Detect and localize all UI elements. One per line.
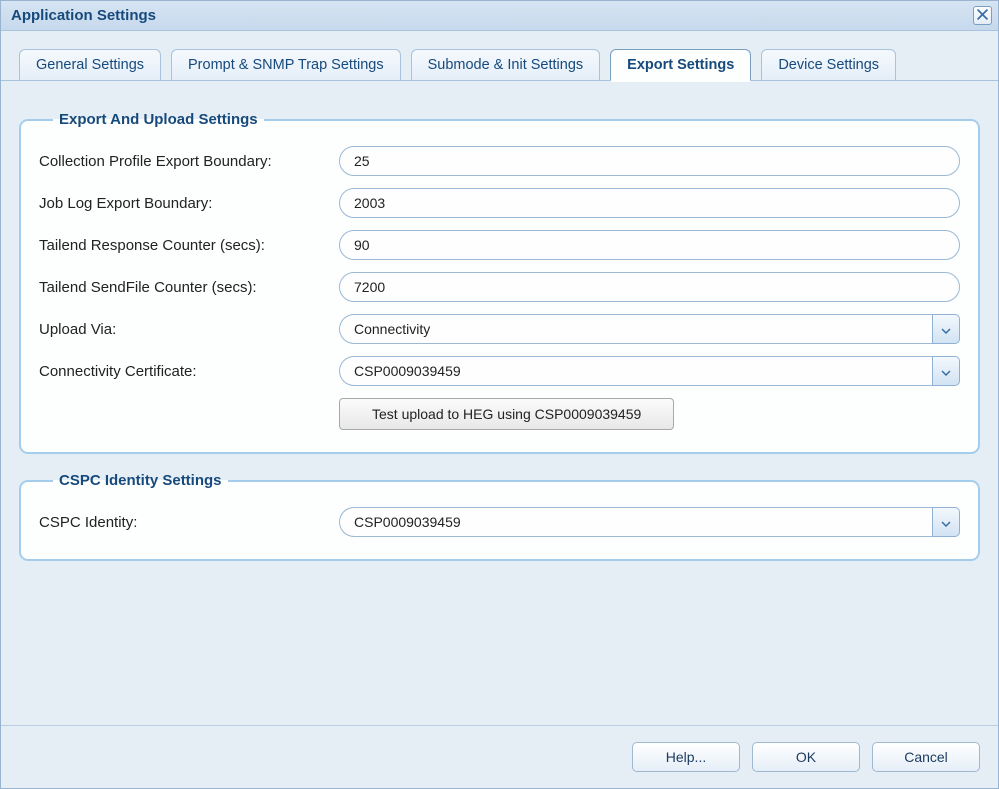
upload-via-value[interactable] (339, 314, 932, 344)
export-and-upload-settings-group: Export And Upload Settings Collection Pr… (19, 111, 980, 454)
tailend-response-counter-input[interactable] (339, 230, 960, 260)
job-log-export-boundary-input[interactable] (339, 188, 960, 218)
tailend-sendfile-counter-label: Tailend SendFile Counter (secs): (39, 279, 339, 296)
export-group-legend: Export And Upload Settings (53, 111, 264, 128)
connectivity-certificate-label: Connectivity Certificate: (39, 363, 339, 380)
tabbar: General Settings Prompt & SNMP Trap Sett… (1, 31, 998, 81)
cspc-identity-label: CSPC Identity: (39, 514, 339, 531)
connectivity-certificate-dropdown-trigger[interactable] (932, 356, 960, 386)
tab-device-settings[interactable]: Device Settings (761, 49, 896, 80)
upload-via-label: Upload Via: (39, 321, 339, 338)
tailend-response-counter-label: Tailend Response Counter (secs): (39, 237, 339, 254)
cspc-identity-select[interactable] (339, 507, 960, 537)
dialog-button-bar: Help... OK Cancel (1, 725, 998, 788)
tab-export-settings[interactable]: Export Settings (610, 49, 751, 80)
close-button[interactable] (973, 6, 992, 25)
titlebar: Application Settings (1, 1, 998, 31)
tab-submode-init-settings[interactable]: Submode & Init Settings (411, 49, 601, 80)
chevron-down-icon (941, 363, 951, 379)
close-icon (977, 7, 988, 24)
ok-button[interactable]: OK (752, 742, 860, 772)
cancel-button[interactable]: Cancel (872, 742, 980, 772)
connectivity-certificate-value[interactable] (339, 356, 932, 386)
test-upload-button[interactable]: Test upload to HEG using CSP0009039459 (339, 398, 674, 430)
job-log-export-boundary-label: Job Log Export Boundary: (39, 195, 339, 212)
cspc-identity-value[interactable] (339, 507, 932, 537)
window-title: Application Settings (11, 7, 156, 24)
chevron-down-icon (941, 514, 951, 530)
connectivity-certificate-select[interactable] (339, 356, 960, 386)
identity-group-legend: CSPC Identity Settings (53, 472, 228, 489)
application-settings-window: Application Settings General Settings Pr… (0, 0, 999, 789)
settings-content: Export And Upload Settings Collection Pr… (19, 93, 980, 725)
chevron-down-icon (941, 321, 951, 337)
collection-profile-export-boundary-input[interactable] (339, 146, 960, 176)
tab-general-settings[interactable]: General Settings (19, 49, 161, 80)
collection-profile-export-boundary-label: Collection Profile Export Boundary: (39, 153, 339, 170)
help-button[interactable]: Help... (632, 742, 740, 772)
upload-via-select[interactable] (339, 314, 960, 344)
cspc-identity-dropdown-trigger[interactable] (932, 507, 960, 537)
tailend-sendfile-counter-input[interactable] (339, 272, 960, 302)
upload-via-dropdown-trigger[interactable] (932, 314, 960, 344)
tab-prompt-snmp-trap-settings[interactable]: Prompt & SNMP Trap Settings (171, 49, 401, 80)
cspc-identity-settings-group: CSPC Identity Settings CSPC Identity: (19, 472, 980, 561)
